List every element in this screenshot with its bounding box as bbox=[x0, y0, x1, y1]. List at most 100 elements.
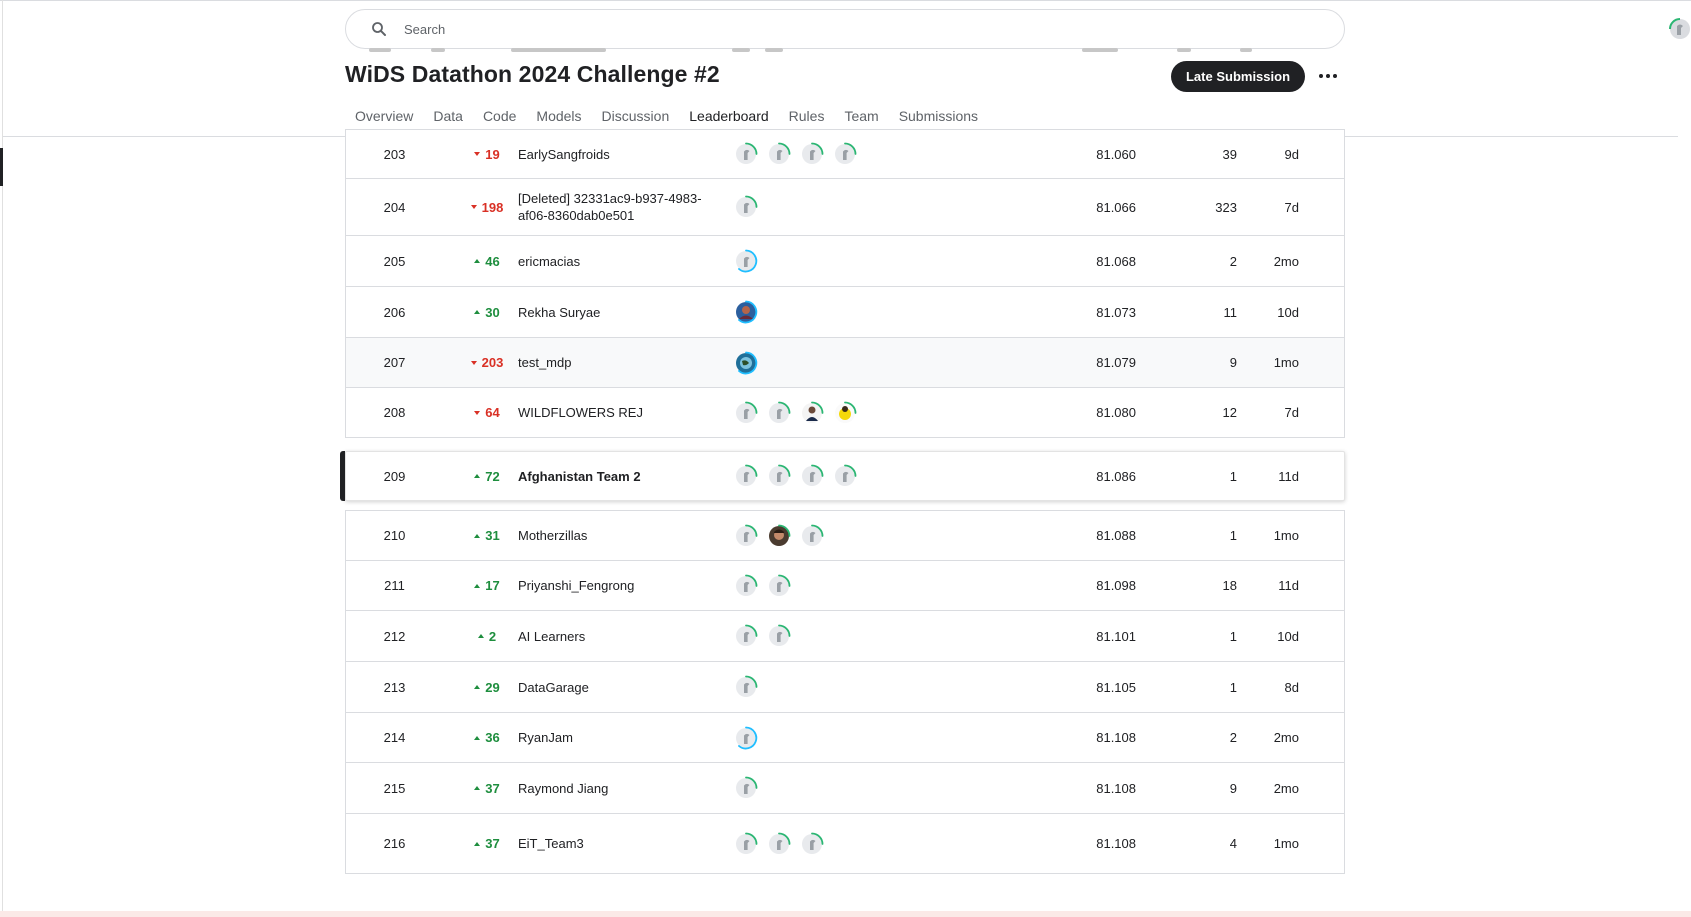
member-avatar-icon[interactable] bbox=[833, 401, 857, 425]
team-name[interactable]: Rekha Suryae bbox=[518, 287, 718, 337]
score-cell: 81.066 bbox=[1096, 199, 1136, 215]
user-avatar-icon[interactable] bbox=[1667, 16, 1691, 42]
arrow-up-icon bbox=[474, 310, 481, 314]
score-cell: 81.086 bbox=[1096, 468, 1136, 484]
table-row[interactable]: 204 198 [Deleted] 32331ac9-b937-4983-af06-… bbox=[345, 179, 1345, 236]
member-avatar-icon[interactable] bbox=[800, 401, 824, 425]
member-avatar-icon[interactable] bbox=[734, 464, 758, 488]
member-avatar-icon[interactable] bbox=[800, 832, 824, 856]
team-members bbox=[734, 130, 1034, 178]
team-members bbox=[734, 338, 1034, 387]
rank-cell: 206 bbox=[383, 304, 406, 320]
team-name[interactable]: Afghanistan Team 2 bbox=[518, 452, 718, 500]
member-avatar-icon[interactable] bbox=[734, 574, 758, 598]
member-avatar-icon[interactable] bbox=[734, 726, 758, 750]
rank-change: 46 bbox=[456, 236, 518, 286]
member-avatar-icon[interactable] bbox=[833, 464, 857, 488]
table-row[interactable]: 203 19 EarlySangfroids 81.060 39 9d bbox=[345, 129, 1345, 179]
more-options-icon[interactable] bbox=[1315, 64, 1341, 88]
score-cell: 81.098 bbox=[1096, 578, 1136, 593]
team-name[interactable]: RyanJam bbox=[518, 713, 718, 762]
scrolled-row-remnant bbox=[346, 44, 1344, 54]
rank-change: 37 bbox=[456, 763, 518, 813]
table-row[interactable]: 213 29 DataGarage 81.105 1 8d bbox=[345, 662, 1345, 713]
member-avatar-icon[interactable] bbox=[767, 832, 791, 856]
team-name[interactable]: EarlySangfroids bbox=[518, 130, 718, 178]
table-row[interactable]: 205 46 ericmacias 81.068 2 2mo bbox=[345, 236, 1345, 287]
score-cell: 81.101 bbox=[1096, 628, 1136, 644]
score-cell: 81.108 bbox=[1096, 730, 1136, 745]
last-submission-cell: 2mo bbox=[1273, 730, 1299, 745]
left-sidebar-edge bbox=[2, 0, 3, 917]
team-members bbox=[734, 561, 1034, 610]
member-avatar-icon[interactable] bbox=[767, 464, 791, 488]
rank-cell: 205 bbox=[383, 253, 406, 269]
team-name[interactable]: test_mdp bbox=[518, 338, 718, 387]
sidebar-active-marker bbox=[0, 148, 3, 186]
table-row[interactable]: 214 36 RyanJam 81.108 2 2mo bbox=[345, 713, 1345, 763]
member-avatar-icon[interactable] bbox=[734, 300, 758, 324]
member-avatar-icon[interactable] bbox=[734, 776, 758, 800]
member-avatar-icon[interactable] bbox=[800, 524, 824, 548]
member-avatar-icon[interactable] bbox=[734, 195, 758, 219]
team-name[interactable]: ericmacias bbox=[518, 236, 718, 286]
team-name[interactable]: [Deleted] 32331ac9-b937-4983-af06-8360da… bbox=[518, 179, 718, 235]
table-row[interactable]: 210 31 Motherzillas 81.088 1 1mo bbox=[345, 510, 1345, 561]
member-avatar-icon[interactable] bbox=[734, 142, 758, 166]
team-members bbox=[734, 236, 1034, 286]
team-name[interactable]: Raymond Jiang bbox=[518, 763, 718, 813]
member-avatar-icon[interactable] bbox=[767, 401, 791, 425]
member-avatar-icon[interactable] bbox=[734, 675, 758, 699]
member-avatar-icon[interactable] bbox=[734, 624, 758, 648]
member-avatar-icon[interactable] bbox=[767, 142, 791, 166]
team-members bbox=[734, 713, 1034, 762]
score-cell: 81.088 bbox=[1096, 528, 1136, 543]
search-bar[interactable]: Search bbox=[345, 9, 1345, 49]
last-submission-cell: 11d bbox=[1278, 468, 1299, 484]
member-avatar-icon[interactable] bbox=[734, 249, 758, 273]
member-avatar-icon[interactable] bbox=[734, 351, 758, 375]
rank-change-value: 203 bbox=[481, 355, 504, 370]
team-name[interactable]: Priyanshi_Fengrong bbox=[518, 561, 718, 610]
team-name[interactable]: DataGarage bbox=[518, 662, 718, 712]
arrow-up-icon bbox=[474, 533, 481, 538]
search-input[interactable]: Search bbox=[404, 22, 445, 37]
rank-change-value: 17 bbox=[485, 578, 500, 593]
last-submission-cell: 11d bbox=[1278, 578, 1299, 593]
team-name[interactable]: WILDFLOWERS REJ bbox=[518, 388, 718, 437]
member-avatar-icon[interactable] bbox=[800, 142, 824, 166]
arrow-down-icon bbox=[470, 205, 477, 209]
last-submission-cell: 2mo bbox=[1273, 253, 1299, 269]
rank-change-value: 31 bbox=[485, 528, 500, 543]
rank-change: 72 bbox=[456, 452, 518, 500]
score-cell: 81.108 bbox=[1096, 836, 1136, 851]
rank-change-value: 29 bbox=[485, 679, 500, 695]
last-submission-cell: 7d bbox=[1284, 405, 1299, 420]
table-row[interactable]: 208 64 WILDFLOWERS REJ 81.080 12 7d bbox=[345, 388, 1345, 438]
table-row[interactable]: 216 37 EiT_Team3 81.108 4 1mo bbox=[345, 814, 1345, 874]
member-avatar-icon[interactable] bbox=[767, 624, 791, 648]
member-avatar-icon[interactable] bbox=[800, 464, 824, 488]
late-submission-button[interactable]: Late Submission bbox=[1171, 61, 1305, 92]
table-row[interactable]: 215 37 Raymond Jiang 81.108 9 2mo bbox=[345, 763, 1345, 814]
member-avatar-icon[interactable] bbox=[767, 574, 791, 598]
member-avatar-icon[interactable] bbox=[734, 832, 758, 856]
table-row[interactable]: 212 2 AI Learners 81.101 1 10d bbox=[345, 611, 1345, 662]
rank-change: 17 bbox=[456, 561, 518, 610]
team-name[interactable]: Motherzillas bbox=[518, 511, 718, 560]
rank-change-value: 37 bbox=[485, 780, 500, 796]
table-row[interactable]: 211 17 Priyanshi_Fengrong 81.098 18 11d bbox=[345, 561, 1345, 611]
rank-change: 19 bbox=[456, 130, 518, 178]
table-row[interactable]: 207 203 test_mdp 81.079 9 1mo bbox=[345, 338, 1345, 388]
member-avatar-icon[interactable] bbox=[734, 401, 758, 425]
member-avatar-icon[interactable] bbox=[833, 142, 857, 166]
member-avatar-icon[interactable] bbox=[767, 524, 791, 548]
team-name[interactable]: EiT_Team3 bbox=[518, 814, 718, 873]
table-row[interactable]: 206 30 Rekha Suryae 81.073 11 10d bbox=[345, 287, 1345, 338]
team-members bbox=[734, 179, 1034, 235]
my-team-row[interactable]: 209 72 Afghanistan Team 2 81.086 1 11d bbox=[340, 451, 1345, 501]
member-avatar-icon[interactable] bbox=[734, 524, 758, 548]
rank-cell: 204 bbox=[383, 199, 406, 215]
rank-change: 30 bbox=[456, 287, 518, 337]
team-name[interactable]: AI Learners bbox=[518, 611, 718, 661]
